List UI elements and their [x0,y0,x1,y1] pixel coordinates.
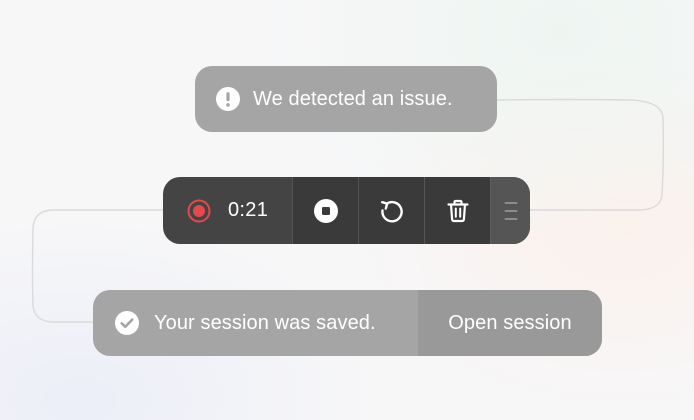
notification-message: We detected an issue. [253,87,453,110]
check-circle-icon [115,311,139,335]
stop-icon [313,198,338,223]
drag-handle-icon [504,201,517,220]
restart-button[interactable] [358,177,424,244]
toast-message: Your session was saved. [154,311,376,334]
recording-status: 0:21 [163,177,292,244]
drag-handle[interactable] [490,177,530,244]
open-session-button[interactable]: Open session [418,290,602,356]
restart-icon [380,200,403,222]
delete-button[interactable] [424,177,490,244]
recording-toolbar: 0:21 [163,177,530,244]
toast-message-area: Your session was saved. [93,290,418,356]
issue-notification: We detected an issue. [195,66,497,132]
record-dot-icon [187,199,211,222]
exclamation-circle-icon [216,87,240,111]
trash-icon [446,199,469,222]
session-saved-toast: Your session was saved. Open session [93,290,602,356]
stop-button[interactable] [292,177,358,244]
recording-time: 0:21 [228,199,269,221]
